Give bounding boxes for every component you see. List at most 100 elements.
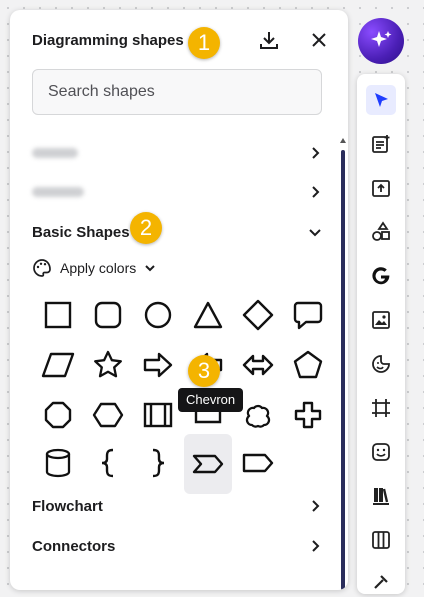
shape-diamond[interactable]	[234, 291, 282, 339]
sticker-button[interactable]	[366, 349, 396, 379]
tool-rail	[357, 74, 405, 594]
process-box-icon	[143, 402, 173, 428]
pentagon-icon	[293, 350, 323, 379]
cloud-icon	[245, 404, 271, 428]
search-input[interactable]: Search shapes	[32, 69, 322, 115]
shape-left-brace[interactable]	[84, 439, 132, 487]
cross-icon	[294, 401, 322, 429]
chevron-down-icon	[309, 229, 321, 237]
chevron-down-icon	[145, 265, 155, 272]
shape-cylinder[interactable]	[34, 439, 82, 487]
shape-cross[interactable]	[284, 391, 332, 439]
chevron-right-icon	[312, 500, 320, 512]
panel-title: Diagramming shapes	[32, 30, 190, 52]
close-icon	[312, 33, 326, 47]
category-label: Connectors	[32, 537, 116, 555]
square-icon	[44, 301, 72, 329]
shape-double-arrow[interactable]	[234, 341, 282, 389]
scrollbar[interactable]	[341, 150, 346, 590]
download-button[interactable]	[257, 28, 281, 52]
scrollbar-thumb[interactable]	[341, 150, 345, 590]
shape-rounded-square[interactable]	[84, 291, 132, 339]
star-icon	[94, 350, 122, 378]
columns-icon	[372, 531, 390, 549]
apply-colors-label: Apply colors	[60, 260, 137, 276]
step-badge-2: 2	[130, 212, 162, 244]
shape-triangle[interactable]	[184, 291, 232, 339]
category-label: Basic Shapes	[32, 223, 130, 241]
shapes-tool-button[interactable]	[366, 217, 396, 247]
chevron-right-icon	[312, 147, 320, 159]
blurred-label	[32, 148, 78, 158]
shape-chevron[interactable]	[184, 434, 232, 494]
more-tool-button[interactable]	[366, 567, 396, 597]
cylinder-icon	[45, 448, 71, 478]
rounded-square-icon	[94, 301, 122, 329]
tool-icon	[374, 575, 388, 589]
upload-icon	[372, 180, 390, 197]
image-icon	[372, 311, 390, 329]
hexagon-icon	[92, 402, 124, 428]
download-icon	[260, 32, 278, 49]
category-label: Flowchart	[32, 497, 103, 515]
blurred-label	[32, 187, 84, 197]
right-brace-icon	[152, 448, 165, 478]
category-row-blurred-1[interactable]	[32, 138, 322, 168]
double-arrow-icon	[242, 354, 274, 376]
apply-colors-button[interactable]: Apply colors	[32, 258, 156, 278]
category-basic-shapes[interactable]: Basic Shapes	[32, 217, 322, 247]
shape-pentagon-arrow[interactable]	[234, 439, 282, 487]
book-icon	[373, 488, 389, 505]
chevron-tooltip: Chevron	[178, 388, 244, 412]
diagramming-shapes-panel: Diagramming shapes Search shapes Basic S…	[10, 10, 348, 590]
cursor-arrow-icon	[375, 93, 388, 107]
frame-icon	[372, 399, 390, 417]
speech-bubble-icon	[293, 301, 323, 330]
category-flowchart[interactable]: Flowchart	[32, 491, 322, 521]
close-button[interactable]	[307, 28, 331, 52]
shape-star[interactable]	[84, 341, 132, 389]
palette-icon	[33, 259, 51, 277]
shapes-icon	[372, 221, 390, 241]
columns-button[interactable]	[366, 525, 396, 555]
shape-circle[interactable]	[134, 291, 182, 339]
add-note-button[interactable]	[366, 129, 396, 159]
shape-right-brace[interactable]	[134, 439, 182, 487]
triangle-icon	[193, 301, 223, 329]
diamond-icon	[242, 299, 274, 331]
google-icon	[372, 267, 390, 285]
pentagon-arrow-icon	[242, 453, 274, 473]
shape-square[interactable]	[34, 291, 82, 339]
circle-icon	[144, 301, 172, 329]
parallelogram-icon	[41, 352, 75, 378]
select-tool-button[interactable]	[366, 85, 396, 115]
search-placeholder: Search shapes	[48, 83, 155, 100]
emoji-button[interactable]	[366, 437, 396, 467]
chevron-shape-icon	[192, 454, 224, 474]
sparkle-icon	[371, 31, 392, 47]
image-button[interactable]	[366, 305, 396, 335]
shape-octagon[interactable]	[34, 391, 82, 439]
note-add-icon	[372, 135, 390, 153]
step-badge-3: 3	[188, 355, 220, 387]
ai-assistant-button[interactable]	[358, 18, 404, 64]
left-brace-icon	[101, 448, 114, 478]
library-button[interactable]	[366, 481, 396, 511]
shape-parallelogram[interactable]	[34, 341, 82, 389]
shape-speech-bubble[interactable]	[284, 291, 332, 339]
arrow-right-icon	[143, 352, 173, 378]
category-row-blurred-2[interactable]	[32, 177, 322, 207]
step-badge-1: 1	[188, 27, 220, 59]
scroll-up-arrow-icon[interactable]	[339, 137, 347, 145]
google-button[interactable]	[366, 261, 396, 291]
chevron-right-icon	[312, 186, 320, 198]
category-connectors[interactable]: Connectors	[32, 531, 322, 561]
emoji-icon	[372, 443, 390, 461]
upload-button[interactable]	[366, 173, 396, 203]
frame-button[interactable]	[366, 393, 396, 423]
shape-pentagon[interactable]	[284, 341, 332, 389]
octagon-icon	[44, 401, 72, 429]
shape-arrow-right[interactable]	[134, 341, 182, 389]
shape-hexagon[interactable]	[84, 391, 132, 439]
shape-process-box[interactable]	[134, 391, 182, 439]
